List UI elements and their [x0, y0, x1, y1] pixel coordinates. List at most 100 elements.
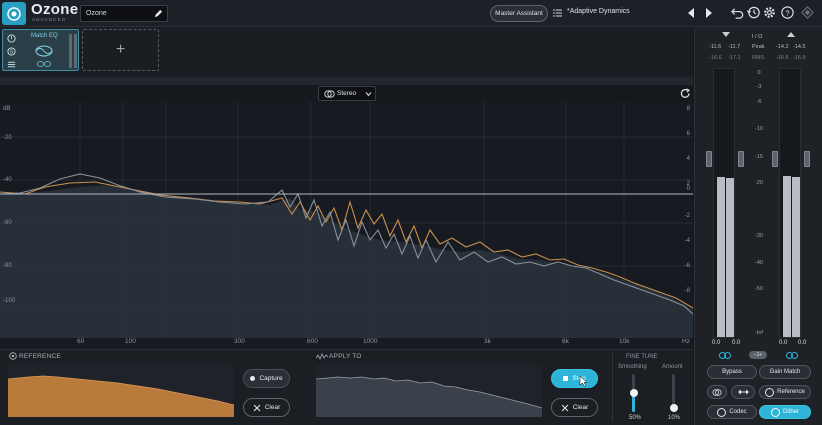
amount-value: 10% [668, 415, 681, 421]
meter-scale-label: -10 [755, 126, 763, 132]
fine-tune-title: FINE TUNE [626, 354, 658, 360]
preset-list-icon[interactable] [553, 8, 562, 18]
master-assistant-button[interactable]: Master Assistant [490, 5, 548, 22]
ozone-logo-icon[interactable] [2, 2, 26, 25]
output-link-icon[interactable] [786, 352, 798, 359]
output-meter [779, 68, 801, 338]
module-menu-icon[interactable] [7, 60, 16, 69]
next-preset-icon[interactable] [704, 7, 714, 19]
help-icon[interactable]: ? [780, 5, 795, 20]
apply-clear-label: Clear [572, 404, 589, 411]
io-link-badge[interactable]: −1+ [749, 351, 767, 359]
apply-panel-title: APPLY TO [329, 353, 362, 360]
input-gain-fader-left[interactable] [706, 151, 712, 167]
dither-button-label: Dither [782, 409, 799, 415]
freq-label: 1000 [363, 338, 378, 345]
dither-button[interactable]: Dither [759, 405, 811, 419]
freq-label: Hz [682, 338, 690, 345]
undo-icon[interactable] [730, 5, 745, 20]
app-logo-subtitle: ADVANCED [32, 17, 67, 22]
apply-spectrum-thumbnail [316, 365, 542, 417]
smoothing-slider-knob[interactable] [629, 389, 638, 397]
smoothing-label: Smoothing [618, 364, 647, 370]
preset-name-text: Ozone [86, 10, 107, 17]
reference-button[interactable]: Reference [759, 385, 811, 399]
output-expand-icon[interactable] [787, 32, 795, 37]
module-title: Match EQ [31, 33, 58, 39]
apply-clear-button[interactable]: Clear [551, 398, 598, 417]
reset-view-icon[interactable] [680, 88, 691, 99]
input-value-right: 0.0 [732, 340, 741, 346]
record-dot-icon [250, 376, 256, 381]
capture-label: Capture [259, 375, 283, 382]
io-label: I / O [752, 34, 763, 40]
freq-label: 600 [307, 338, 318, 345]
meter-scale-label: -20 [755, 180, 763, 186]
power-icon[interactable] [7, 34, 16, 43]
svg-text:S: S [10, 50, 14, 56]
stereo-mode-button[interactable] [707, 385, 727, 399]
waveform-icon [316, 353, 328, 360]
db-label-right: 6 [686, 131, 690, 137]
channel-mode-value: Stereo [337, 90, 357, 97]
solo-icon[interactable]: S [7, 47, 16, 56]
amount-label: Amount [662, 364, 683, 370]
input-link-icon[interactable] [719, 352, 731, 359]
db-label-left: -40 [3, 177, 12, 183]
match-eq-spectrum[interactable]: dB -20 -40 -60 -80 -100 8 6 4 2 0 -2 -4 … [0, 102, 693, 348]
settings-gear-icon[interactable] [762, 5, 777, 20]
input-rms-left: -16.6 [709, 55, 722, 61]
swap-arrows-icon [737, 389, 749, 395]
input-collapse-icon[interactable] [722, 32, 730, 37]
output-rms-right: -16.9 [793, 55, 806, 61]
input-rms-right: -17.1 [728, 55, 741, 61]
output-value-right: 0.0 [798, 340, 807, 346]
io-meter-panel: I / O -11.6 -11.7 Peak -14.2 -14.5 -16.6… [694, 27, 822, 425]
db-label-left: -60 [3, 220, 12, 226]
peak-label: Peak [752, 44, 765, 50]
channel-mode-dropdown[interactable]: Stereo [318, 86, 376, 101]
meter-scale-label: -30 [755, 233, 763, 239]
power-icon [765, 387, 775, 397]
meter-scale-label: -15 [755, 154, 763, 160]
output-gain-fader-right[interactable] [804, 151, 810, 167]
fine-tune-divider [612, 352, 613, 422]
swap-button[interactable] [731, 385, 755, 399]
db-label-right: 4 [686, 156, 690, 162]
power-icon [717, 407, 727, 417]
preset-title[interactable]: *Adaptive Dynamics [567, 8, 630, 15]
reference-panel-title: REFERENCE [19, 353, 61, 360]
input-peak-right: -11.7 [728, 44, 741, 50]
amount-slider[interactable] [669, 374, 678, 413]
amount-slider-knob[interactable] [669, 404, 678, 413]
stereo-rings-icon [324, 90, 335, 98]
module-gain-fader-left[interactable] [69, 34, 72, 68]
previous-preset-icon[interactable] [686, 7, 696, 19]
history-icon[interactable] [746, 5, 761, 20]
codec-button[interactable]: Codec [707, 405, 757, 419]
module-separator [0, 77, 693, 85]
reference-spectrum-thumbnail [8, 365, 234, 417]
chevron-down-icon [365, 92, 372, 97]
smoothing-slider[interactable] [629, 374, 638, 412]
gain-match-button[interactable]: Gain Match [759, 365, 811, 379]
output-gain-fader-left[interactable] [772, 151, 778, 167]
izotope-logo-icon [801, 6, 814, 19]
stop-button[interactable]: Stop [551, 369, 598, 388]
capture-button[interactable]: Capture [243, 369, 290, 388]
module-gain-fader-right[interactable] [74, 34, 77, 68]
input-gain-fader-right[interactable] [738, 151, 744, 167]
input-meter-bar-left [717, 177, 725, 337]
output-meter-bar-left [783, 176, 791, 337]
freq-label: 3k [484, 338, 491, 345]
add-module-slot[interactable]: + [82, 29, 159, 71]
input-value-left: 0.0 [712, 340, 721, 346]
db-label-right: 0 [686, 186, 690, 192]
db-label-right: 8 [686, 106, 690, 112]
pencil-icon[interactable] [154, 9, 163, 18]
reference-clear-button[interactable]: Clear [243, 398, 290, 417]
preset-name-field[interactable]: Ozone [80, 5, 168, 22]
bypass-button[interactable]: Bypass [707, 365, 757, 379]
module-match-eq[interactable]: S Match EQ [2, 29, 79, 71]
db-label-left: dB [3, 106, 11, 112]
